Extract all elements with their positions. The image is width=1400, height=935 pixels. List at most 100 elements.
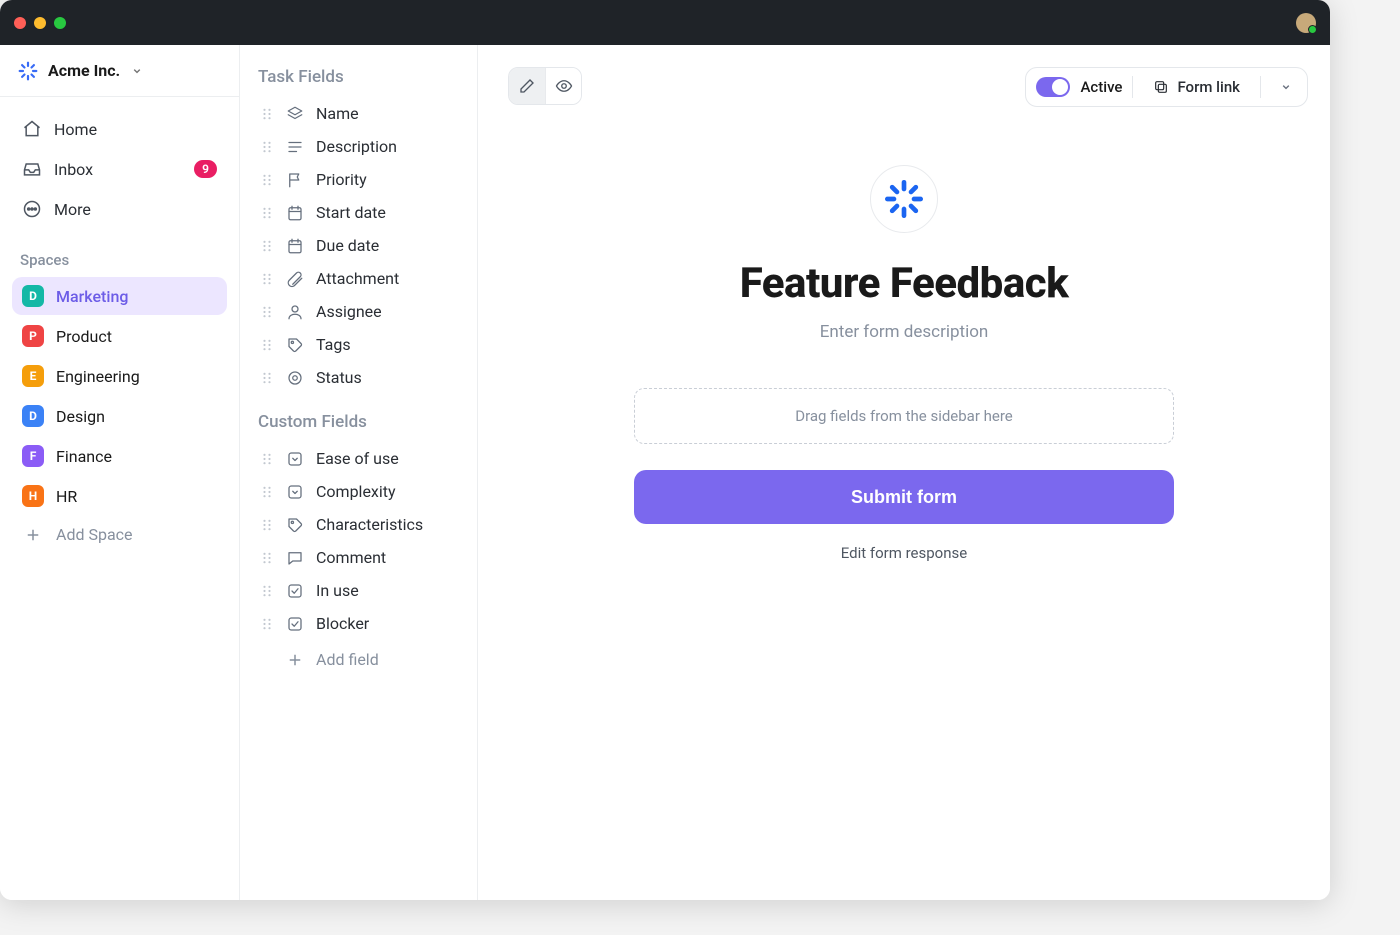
field-label: Comment <box>316 548 386 567</box>
space-avatar: E <box>22 365 44 387</box>
field-item-characteristics[interactable]: Characteristics <box>258 508 463 541</box>
field-label: Start date <box>316 203 386 222</box>
field-item-ease-of-use[interactable]: Ease of use <box>258 442 463 475</box>
form-link-button[interactable]: Form link <box>1143 74 1250 100</box>
field-item-description[interactable]: Description <box>258 130 463 163</box>
close-window-button[interactable] <box>14 17 26 29</box>
field-item-comment[interactable]: Comment <box>258 541 463 574</box>
field-label: Attachment <box>316 269 399 288</box>
field-item-in-use[interactable]: In use <box>258 574 463 607</box>
drag-handle-icon[interactable] <box>262 452 274 466</box>
edit-mode-button[interactable] <box>509 68 545 104</box>
drag-handle-icon[interactable] <box>262 518 274 532</box>
plus-icon <box>22 526 44 544</box>
nav-inbox-label: Inbox <box>54 160 93 179</box>
field-item-name[interactable]: Name <box>258 97 463 130</box>
drag-handle-icon[interactable] <box>262 551 274 565</box>
field-label: Assignee <box>316 302 382 321</box>
space-item-engineering[interactable]: E Engineering <box>12 357 227 395</box>
field-item-assignee[interactable]: Assignee <box>258 295 463 328</box>
space-item-finance[interactable]: F Finance <box>12 437 227 475</box>
edit-form-response-link[interactable]: Edit form response <box>841 544 967 562</box>
nav-more-label: More <box>54 200 91 219</box>
maximize-window-button[interactable] <box>54 17 66 29</box>
field-item-tags[interactable]: Tags <box>258 328 463 361</box>
nav-inbox[interactable]: Inbox 9 <box>12 151 227 187</box>
drag-handle-icon[interactable] <box>262 206 274 220</box>
drag-handle-icon[interactable] <box>262 338 274 352</box>
space-item-marketing[interactable]: DMarketing <box>12 277 227 315</box>
field-item-start-date[interactable]: Start date <box>258 196 463 229</box>
drag-handle-icon[interactable] <box>262 140 274 154</box>
fields-panel: Task Fields Name DescriptionPriority Start… <box>240 45 478 900</box>
field-label: Status <box>316 368 362 387</box>
space-item-product[interactable]: PProduct <box>12 317 227 355</box>
drag-handle-icon[interactable] <box>262 485 274 499</box>
drag-handle-icon[interactable] <box>262 107 274 121</box>
target-icon <box>286 369 304 387</box>
text-icon <box>286 138 304 156</box>
divider <box>1260 76 1261 98</box>
submit-form-button[interactable]: Submit form <box>634 470 1174 524</box>
add-field-label: Add field <box>316 650 379 669</box>
workspace-name: Acme Inc. <box>48 61 120 80</box>
form-title[interactable]: Feature Feedback <box>740 259 1069 308</box>
form-link-label: Form link <box>1177 78 1240 96</box>
nav-home[interactable]: Home <box>12 111 227 147</box>
space-label: Product <box>56 327 112 346</box>
form-options-menu[interactable] <box>1271 76 1301 98</box>
field-label: Ease of use <box>316 449 399 468</box>
field-item-due-date[interactable]: Due date <box>258 229 463 262</box>
field-item-blocker[interactable]: Blocker <box>258 607 463 640</box>
drag-handle-icon[interactable] <box>262 272 274 286</box>
drag-handle-icon[interactable] <box>262 617 274 631</box>
checkbox-icon <box>286 582 304 600</box>
field-item-status[interactable]: Status <box>258 361 463 394</box>
pencil-icon <box>518 77 536 95</box>
field-label: Name <box>316 104 359 123</box>
layers-icon <box>286 105 304 123</box>
field-item-priority[interactable]: Priority <box>258 163 463 196</box>
user-avatar[interactable] <box>1296 13 1316 33</box>
field-label: Tags <box>316 335 351 354</box>
drag-handle-icon[interactable] <box>262 305 274 319</box>
drag-handle-icon[interactable] <box>262 239 274 253</box>
dropdown-icon <box>286 450 304 468</box>
preview-mode-button[interactable] <box>545 68 581 104</box>
space-label: Engineering <box>56 367 140 386</box>
space-avatar: F <box>22 445 44 467</box>
workspace-switcher[interactable]: Acme Inc. <box>0 45 239 97</box>
field-item-complexity[interactable]: Complexity <box>258 475 463 508</box>
field-label: Complexity <box>316 482 396 501</box>
task-fields-heading: Task Fields <box>258 67 463 87</box>
view-mode-toolbar <box>508 67 582 105</box>
space-avatar: H <box>22 485 44 507</box>
primary-sidebar: Acme Inc. Home Inbox 9 <box>0 45 240 900</box>
drag-handle-icon[interactable] <box>262 173 274 187</box>
form-logo[interactable] <box>870 165 938 233</box>
add-space-label: Add Space <box>56 525 133 544</box>
drag-handle-icon[interactable] <box>262 371 274 385</box>
add-field-button[interactable]: Add field <box>258 640 463 679</box>
space-item-design[interactable]: DDesign <box>12 397 227 435</box>
form-description-placeholder[interactable]: Enter form description <box>820 322 989 342</box>
space-label: Design <box>56 407 105 426</box>
minimize-window-button[interactable] <box>34 17 46 29</box>
drag-handle-icon[interactable] <box>262 584 274 598</box>
tag-icon <box>286 336 304 354</box>
nav-more[interactable]: More <box>12 191 227 227</box>
fields-dropzone[interactable]: Drag fields from the sidebar here <box>634 388 1174 444</box>
eye-icon <box>555 77 573 95</box>
field-label: Due date <box>316 236 379 255</box>
active-toggle[interactable] <box>1036 77 1070 97</box>
field-item-attachment[interactable]: Attachment <box>258 262 463 295</box>
calendar-icon <box>286 204 304 222</box>
calendar-icon <box>286 237 304 255</box>
add-space-button[interactable]: Add Space <box>12 515 227 554</box>
checkbox-icon <box>286 615 304 633</box>
space-label: Finance <box>56 447 112 466</box>
space-item-hr[interactable]: HHR <box>12 477 227 515</box>
divider <box>1132 76 1133 98</box>
spaces-heading: Spaces <box>0 233 239 277</box>
space-avatar: D <box>22 285 44 307</box>
